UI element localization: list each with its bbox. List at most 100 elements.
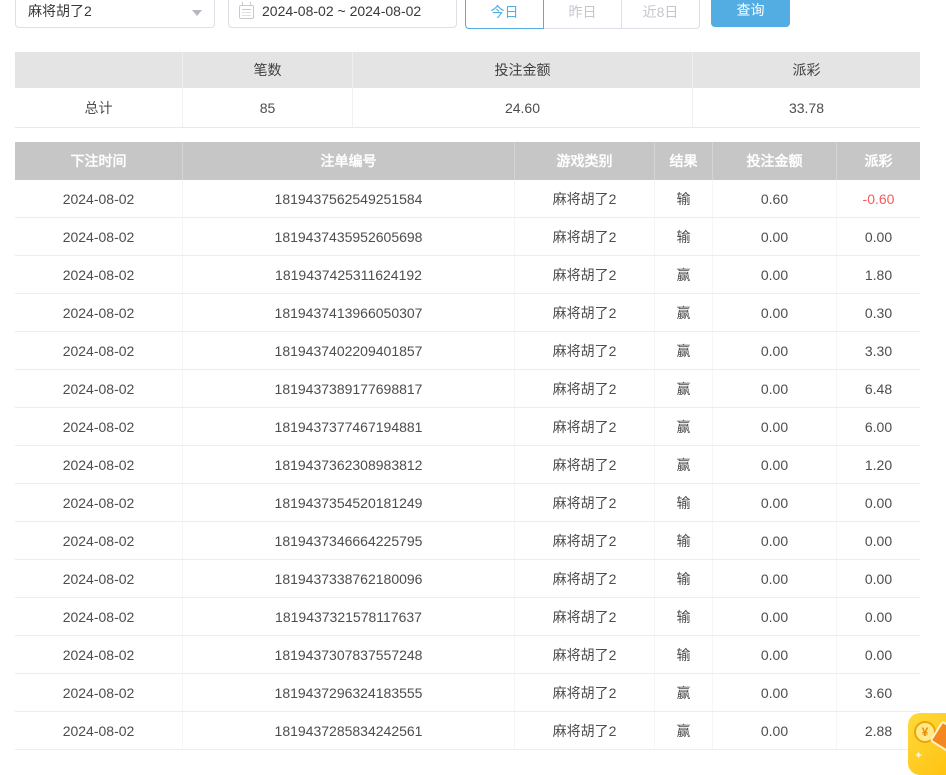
query-button[interactable]: 查询	[711, 0, 790, 27]
game-select[interactable]: 麻将胡了2	[15, 0, 215, 28]
cell-result: 赢	[655, 294, 713, 331]
summary-header-count: 笔数	[183, 52, 353, 88]
cell-payout: 6.48	[837, 370, 920, 407]
table-row: 2024-08-021819437425311624192麻将胡了2赢0.001…	[15, 256, 920, 294]
cell-bet-amount: 0.00	[713, 446, 837, 483]
table-row: 2024-08-021819437435952605698麻将胡了2输0.000…	[15, 218, 920, 256]
column-header-bet-amount: 投注金额	[713, 142, 837, 180]
cell-result: 输	[655, 560, 713, 597]
cell-result: 输	[655, 180, 713, 217]
cell-payout: 0.00	[837, 560, 920, 597]
cell-result: 输	[655, 484, 713, 521]
table-row: 2024-08-021819437307837557248麻将胡了2输0.000…	[15, 636, 920, 674]
cell-bet-id: 1819437377467194881	[183, 408, 515, 445]
cell-payout: 0.00	[837, 484, 920, 521]
summary-total-payout: 33.78	[693, 88, 920, 127]
table-row: 2024-08-021819437338762180096麻将胡了2输0.000…	[15, 560, 920, 598]
cell-result: 赢	[655, 446, 713, 483]
cell-bet-time: 2024-08-02	[15, 560, 183, 597]
cell-bet-amount: 0.00	[713, 522, 837, 559]
cell-bet-amount: 0.00	[713, 636, 837, 673]
cell-bet-time: 2024-08-02	[15, 674, 183, 711]
cell-bet-id: 1819437562549251584	[183, 180, 515, 217]
cell-result: 赢	[655, 712, 713, 749]
cell-game-type: 麻将胡了2	[515, 636, 655, 673]
table-body: 2024-08-021819437562549251584麻将胡了2输0.60-…	[15, 180, 920, 750]
cell-payout: -0.60	[837, 180, 920, 217]
cell-bet-id: 1819437362308983812	[183, 446, 515, 483]
table-row: 2024-08-021819437362308983812麻将胡了2赢0.001…	[15, 446, 920, 484]
cell-bet-id: 1819437413966050307	[183, 294, 515, 331]
summary-header-blank	[15, 52, 183, 88]
cell-payout: 0.00	[837, 636, 920, 673]
table-row: 2024-08-021819437285834242561麻将胡了2赢0.002…	[15, 712, 920, 750]
cell-bet-amount: 0.00	[713, 674, 837, 711]
cell-game-type: 麻将胡了2	[515, 180, 655, 217]
cell-bet-time: 2024-08-02	[15, 636, 183, 673]
cell-bet-time: 2024-08-02	[15, 598, 183, 635]
table-header-row: 下注时间 注单编号 游戏类别 结果 投注金额 派彩	[15, 142, 920, 180]
chevron-down-icon	[192, 10, 202, 16]
cell-game-type: 麻将胡了2	[515, 484, 655, 521]
yesterday-button[interactable]: 昨日	[543, 0, 622, 29]
promo-float-button[interactable]: ¥ ✦	[908, 713, 946, 775]
cell-payout: 0.00	[837, 218, 920, 255]
cell-bet-id: 1819437285834242561	[183, 712, 515, 749]
cell-result: 赢	[655, 370, 713, 407]
cell-game-type: 麻将胡了2	[515, 712, 655, 749]
bet-records-table: 下注时间 注单编号 游戏类别 结果 投注金额 派彩 2024-08-021819…	[15, 142, 920, 750]
table-row: 2024-08-021819437402209401857麻将胡了2赢0.003…	[15, 332, 920, 370]
summary-header-payout: 派彩	[693, 52, 920, 88]
cell-bet-time: 2024-08-02	[15, 446, 183, 483]
last8days-button[interactable]: 近8日	[621, 0, 700, 29]
cell-game-type: 麻将胡了2	[515, 408, 655, 445]
cell-bet-time: 2024-08-02	[15, 256, 183, 293]
cell-bet-amount: 0.00	[713, 484, 837, 521]
cell-result: 赢	[655, 332, 713, 369]
cell-bet-amount: 0.00	[713, 218, 837, 255]
cell-payout: 1.20	[837, 446, 920, 483]
cell-game-type: 麻将胡了2	[515, 522, 655, 559]
cell-bet-id: 1819437425311624192	[183, 256, 515, 293]
cell-payout: 6.00	[837, 408, 920, 445]
cell-game-type: 麻将胡了2	[515, 446, 655, 483]
calendar-icon	[239, 5, 254, 19]
cell-bet-time: 2024-08-02	[15, 218, 183, 255]
summary-total-count: 85	[183, 88, 353, 127]
cell-payout: 3.30	[837, 332, 920, 369]
cell-payout: 0.00	[837, 522, 920, 559]
cell-game-type: 麻将胡了2	[515, 598, 655, 635]
cell-bet-time: 2024-08-02	[15, 712, 183, 749]
summary-total-row: 总计 85 24.60 33.78	[15, 88, 920, 128]
game-select-value: 麻将胡了2	[28, 1, 92, 21]
cell-payout: 0.30	[837, 294, 920, 331]
today-button[interactable]: 今日	[465, 0, 544, 29]
cell-game-type: 麻将胡了2	[515, 560, 655, 597]
summary-header-row: 笔数 投注金额 派彩	[15, 52, 920, 88]
cell-result: 输	[655, 522, 713, 559]
date-range-value: 2024-08-02 ~ 2024-08-02	[262, 3, 421, 19]
column-header-payout: 派彩	[837, 142, 920, 180]
cell-bet-amount: 0.60	[713, 180, 837, 217]
cell-result: 赢	[655, 408, 713, 445]
cell-bet-id: 1819437389177698817	[183, 370, 515, 407]
cell-bet-time: 2024-08-02	[15, 522, 183, 559]
cell-bet-id: 1819437321578117637	[183, 598, 515, 635]
table-row: 2024-08-021819437321578117637麻将胡了2输0.000…	[15, 598, 920, 636]
cell-bet-amount: 0.00	[713, 294, 837, 331]
cell-game-type: 麻将胡了2	[515, 674, 655, 711]
cell-bet-amount: 0.00	[713, 256, 837, 293]
cell-result: 输	[655, 218, 713, 255]
cell-bet-id: 1819437354520181249	[183, 484, 515, 521]
cell-bet-time: 2024-08-02	[15, 408, 183, 445]
date-range-input[interactable]: 2024-08-02 ~ 2024-08-02	[228, 0, 457, 28]
summary-total-bet-amount: 24.60	[353, 88, 693, 127]
cell-payout: 1.80	[837, 256, 920, 293]
cell-bet-amount: 0.00	[713, 370, 837, 407]
cell-bet-id: 1819437402209401857	[183, 332, 515, 369]
cell-bet-id: 1819437435952605698	[183, 218, 515, 255]
cell-bet-amount: 0.00	[713, 712, 837, 749]
table-row: 2024-08-021819437346664225795麻将胡了2输0.000…	[15, 522, 920, 560]
column-header-bet-id: 注单编号	[183, 142, 515, 180]
table-row: 2024-08-021819437562549251584麻将胡了2输0.60-…	[15, 180, 920, 218]
